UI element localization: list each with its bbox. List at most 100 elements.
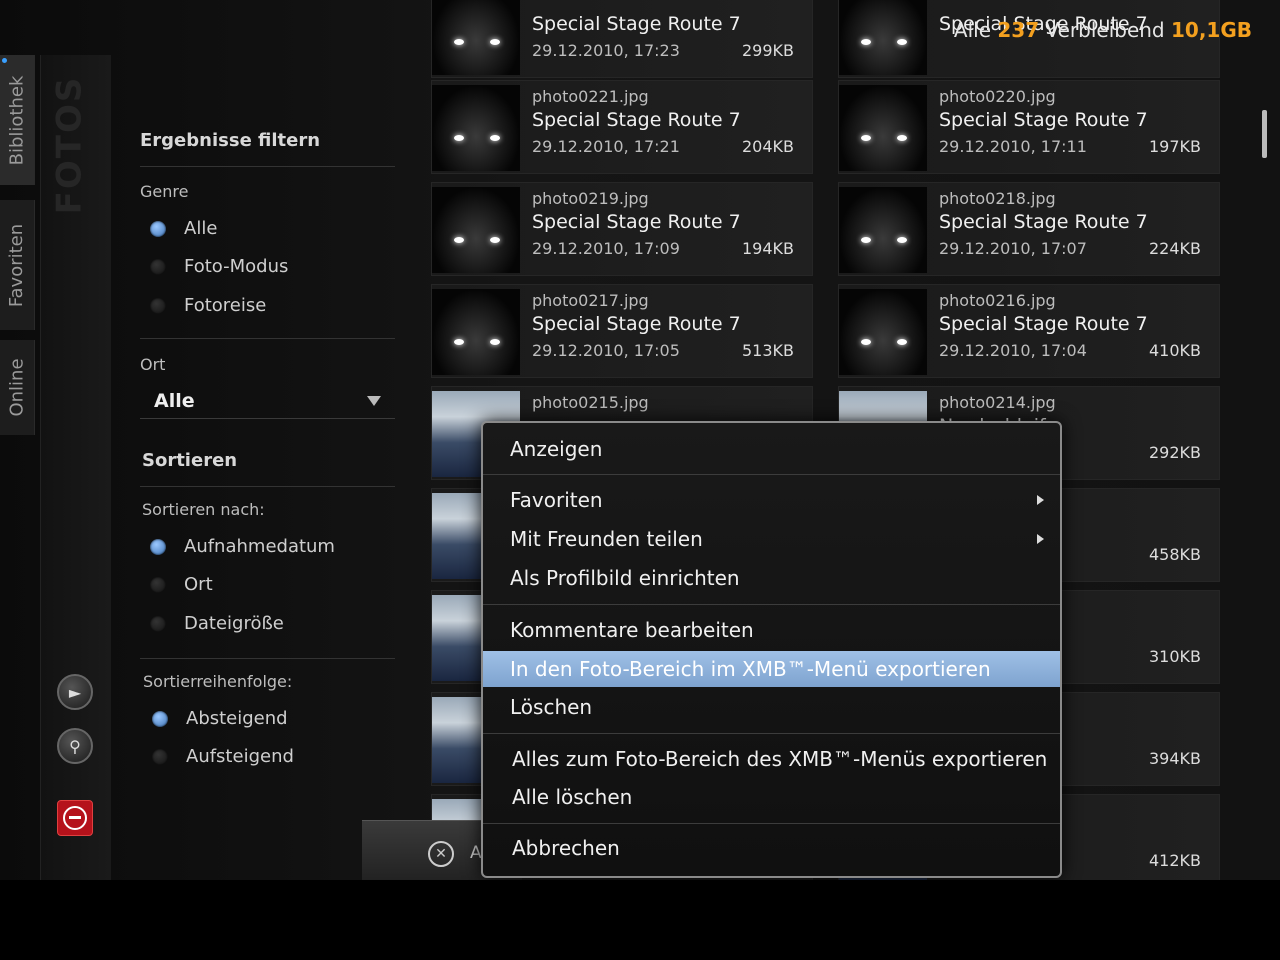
tab-favoriten[interactable]: Favoriten [0,200,35,330]
menu-item-loeschen[interactable]: Löschen [483,689,1060,725]
photo-size: 412KB [1148,851,1201,870]
photo-size: 310KB [1148,647,1201,666]
minus-circle-icon [63,806,87,830]
menu-separator [483,733,1060,734]
menu-item-kommentare[interactable]: Kommentare bearbeiten [483,612,1060,648]
dropdown-arrow-icon [367,396,381,406]
menu-item-alle-loeschen[interactable]: Alle löschen [483,779,1060,815]
stop-button[interactable] [57,800,93,836]
vertical-tab-bar: Bibliothek Favoriten Online [0,55,35,435]
screen-bezel [0,880,1280,960]
radio-sort-ort[interactable]: Ort [150,574,213,595]
divider [140,166,395,167]
photo-date: 29.12.2010, 17:11 [939,137,1087,156]
remaining-space: 10,1GB [1170,18,1252,42]
photo-filename: photo0221.jpg [532,87,649,106]
photo-tile[interactable]: photo0219.jpg Special Stage Route 7 29.12.… [431,182,813,276]
photo-filename: photo0216.jpg [939,291,1056,310]
order-label: Sortierreihenfolge: [143,672,293,691]
photo-tile[interactable]: photo0216.jpg Special Stage Route 7 29.12.… [838,284,1220,378]
menu-item-profilbild[interactable]: Als Profilbild einrichten [483,560,1060,596]
photo-size: 292KB [1148,443,1201,462]
photo-filename: photo0219.jpg [532,189,649,208]
photo-size: 394KB [1148,749,1201,768]
photo-tile[interactable]: photo0218.jpg Special Stage Route 7 29.12.… [838,182,1220,276]
photo-tile[interactable]: photo0217.jpg Special Stage Route 7 29.12.… [431,284,813,378]
photo-title: Special Stage Route 7 [532,313,741,335]
photo-title: Special Stage Route 7 [939,313,1148,335]
tab-label: Online [6,358,28,417]
photo-thumbnail [432,187,520,273]
photo-size: 513KB [741,341,794,360]
divider [140,338,395,339]
radio-icon [150,615,166,632]
divider [140,658,395,659]
menu-item-alles-exportieren[interactable]: Alles zum Foto-Bereich des XMB™-Menüs ex… [483,741,1060,777]
photo-thumbnail [839,85,927,171]
photo-size: 194KB [741,239,794,258]
photo-thumbnail [839,0,927,75]
tab-bibliothek[interactable]: Bibliothek [0,55,35,185]
menu-item-abbrechen[interactable]: Abbrechen [483,830,1060,866]
photo-date: 29.12.2010, 17:23 [532,41,680,60]
photo-date: 29.12.2010, 17:04 [939,341,1087,360]
radio-sort-aufnahmedatum[interactable]: Aufnahmedatum [150,536,335,557]
ort-label: Ort [140,355,166,374]
radio-genre-alle[interactable]: Alle [150,218,217,239]
photo-tile[interactable]: Special Stage Route 7 29.12.2010, 17:23 29… [431,0,813,78]
app-title: FOTOS [49,75,90,215]
photo-tile[interactable]: photo0221.jpg Special Stage Route 7 29.12.… [431,80,813,174]
header-status: Alle 237 Verbleibend 10,1GB [954,18,1252,42]
photo-thumbnail [432,85,520,171]
photo-title: Special Stage Route 7 [532,109,741,131]
photo-filename: photo0218.jpg [939,189,1056,208]
scrollbar[interactable] [1262,110,1267,158]
radio-icon [150,538,166,555]
photo-thumbnail [839,289,927,375]
active-tab-indicator [2,58,7,63]
photo-size: 197KB [1148,137,1201,156]
tab-online[interactable]: Online [0,340,35,435]
photo-date: 29.12.2010, 17:07 [939,239,1087,258]
submenu-arrow-icon [1037,495,1044,505]
sort-title: Sortieren [142,450,238,471]
divider [140,486,395,487]
submenu-arrow-icon [1037,534,1044,544]
ps3-photo-gallery: Bibliothek Favoriten Online FOTOS ► ⚲ Er… [0,0,1280,880]
photo-size: 410KB [1148,341,1201,360]
radio-order-absteigend[interactable]: Absteigend [152,708,288,729]
radio-genre-foto-modus[interactable]: Foto-Modus [150,256,288,277]
photo-title: Special Stage Route 7 [939,211,1148,233]
radio-icon [150,297,166,314]
tab-label: Bibliothek [6,75,28,165]
ort-dropdown[interactable]: Alle [140,382,395,419]
photo-date: 29.12.2010, 17:09 [532,239,680,258]
photo-date: 29.12.2010, 17:21 [532,137,680,156]
menu-item-mit-freunden-teilen[interactable]: Mit Freunden teilen [483,521,1060,557]
radio-icon [150,576,166,593]
photo-tile[interactable]: photo0220.jpg Special Stage Route 7 29.12.… [838,80,1220,174]
sort-by-label: Sortieren nach: [142,500,265,519]
photo-count: 237 [997,18,1040,42]
photo-size: 224KB [1148,239,1201,258]
radio-icon [150,220,166,237]
radio-icon [150,258,166,275]
photo-thumbnail [839,187,927,273]
radio-genre-fotoreise[interactable]: Fotoreise [150,295,266,316]
header-prefix: Alle [953,18,992,42]
photo-title: Special Stage Route 7 [532,13,741,35]
photo-size: 299KB [741,41,794,60]
menu-item-anzeigen[interactable]: Anzeigen [483,431,1060,467]
remaining-label: Verbleibend [1045,18,1165,42]
genre-label: Genre [140,182,189,201]
help-label: A [470,843,482,863]
radio-order-aufsteigend[interactable]: Aufsteigend [152,746,294,767]
search-button[interactable]: ⚲ [57,728,93,764]
radio-sort-dateigroesse[interactable]: Dateigröße [150,613,284,634]
photo-size: 204KB [741,137,794,156]
photo-filename: photo0214.jpg [939,393,1056,412]
menu-item-favoriten[interactable]: Favoriten [483,482,1060,518]
play-button[interactable]: ► [57,674,93,710]
photo-date: 29.12.2010, 17:05 [532,341,680,360]
photo-thumbnail [432,0,520,75]
